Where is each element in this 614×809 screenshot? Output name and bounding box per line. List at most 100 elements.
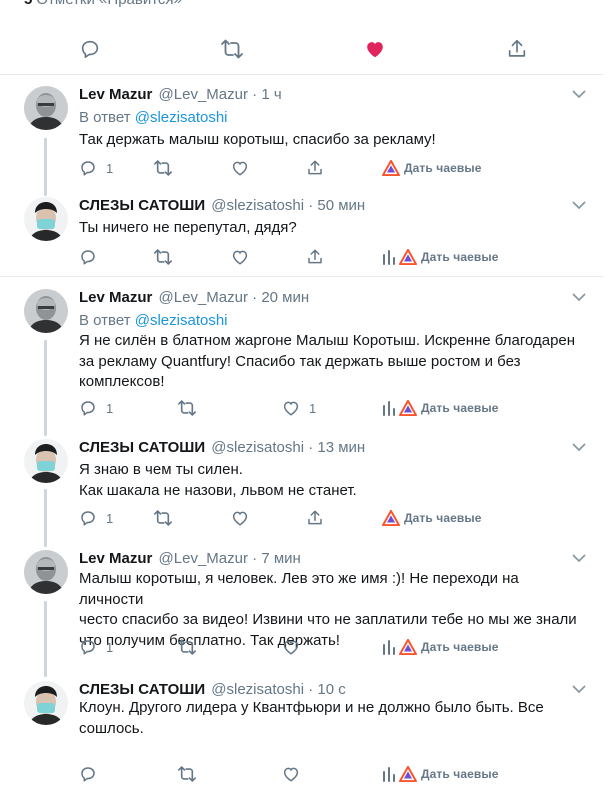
avatar-lev-mazur-image bbox=[24, 289, 68, 333]
author-name[interactable]: Lev Mazur bbox=[79, 86, 152, 103]
avatar-lev-mazur[interactable] bbox=[24, 86, 68, 130]
tweet-actions: 1 Дать чаевые bbox=[79, 636, 599, 658]
tip-jar-button[interactable]: Дать чаевые bbox=[382, 246, 499, 268]
reply-to-handle-link[interactable]: @slezisatoshi bbox=[135, 109, 228, 126]
chevron-down-icon[interactable] bbox=[572, 442, 586, 452]
tip-jar-button[interactable]: Дать чаевые bbox=[382, 636, 499, 658]
tweet-header: Lev Mazur @Lev_Mazur · 7 мин bbox=[79, 550, 301, 567]
author-handle[interactable]: @slezisatoshi bbox=[211, 197, 304, 214]
author-name[interactable]: СЛЕЗЫ САТОШИ bbox=[79, 439, 205, 456]
author-name[interactable]: Lev Mazur bbox=[79, 289, 152, 306]
reply-to-label: В ответ bbox=[79, 312, 131, 329]
reply-icon bbox=[81, 640, 95, 655]
separator-dot: · bbox=[308, 439, 314, 456]
thread-line bbox=[44, 601, 47, 677]
author-handle[interactable]: @slezisatoshi bbox=[211, 439, 304, 456]
retweet-button[interactable] bbox=[153, 246, 173, 268]
tweet-actions: Дать чаевые bbox=[79, 246, 599, 268]
tweet-time[interactable]: 10 с bbox=[317, 681, 345, 698]
tweet-actions: 1 Дать чаевые bbox=[79, 157, 599, 179]
author-name[interactable]: СЛЕЗЫ САТОШИ bbox=[79, 681, 205, 698]
retweet-button[interactable] bbox=[219, 36, 245, 62]
like-button[interactable] bbox=[282, 636, 309, 658]
share-button[interactable] bbox=[306, 246, 324, 268]
like-button[interactable]: 1 bbox=[282, 397, 316, 419]
reply-button[interactable]: 1 bbox=[79, 157, 113, 179]
retweet-icon bbox=[221, 39, 243, 59]
reply-to-handle-link[interactable]: @slezisatoshi bbox=[135, 312, 228, 329]
brave-tip-icon bbox=[399, 639, 417, 655]
tweet-time[interactable]: 7 мин bbox=[261, 550, 301, 567]
analytics-icon bbox=[383, 401, 395, 416]
reply-context: В ответ @slezisatoshi bbox=[79, 312, 228, 329]
retweet-button[interactable] bbox=[153, 507, 173, 529]
like-button[interactable] bbox=[282, 763, 309, 785]
reply-button[interactable]: 1 bbox=[79, 507, 113, 529]
tweet-time[interactable]: 1 ч bbox=[261, 86, 281, 103]
thread-line bbox=[44, 340, 47, 436]
separator-dot: · bbox=[308, 197, 314, 214]
avatar-slezy-satoshi[interactable] bbox=[24, 681, 68, 725]
author-handle[interactable]: @slezisatoshi bbox=[211, 681, 304, 698]
author-handle[interactable]: @Lev_Mazur bbox=[159, 86, 248, 103]
likes-summary[interactable]: 5 Отметки «Нравится» bbox=[24, 0, 182, 8]
avatar-slezy-satoshi[interactable] bbox=[24, 197, 68, 241]
reply-button[interactable] bbox=[79, 763, 106, 785]
author-name[interactable]: СЛЕЗЫ САТОШИ bbox=[79, 197, 205, 214]
chevron-down-icon[interactable] bbox=[572, 684, 586, 694]
tweet-actions: Дать чаевые bbox=[79, 763, 599, 785]
retweet-button[interactable] bbox=[177, 636, 197, 658]
share-button[interactable] bbox=[306, 157, 324, 179]
retweet-button[interactable] bbox=[153, 157, 173, 179]
author-handle[interactable]: @Lev_Mazur bbox=[159, 289, 248, 306]
share-button[interactable] bbox=[504, 36, 530, 62]
reply-icon bbox=[81, 511, 95, 526]
brave-tip-icon bbox=[399, 766, 417, 782]
retweet-button[interactable] bbox=[177, 397, 197, 419]
chevron-down-icon[interactable] bbox=[572, 292, 586, 302]
reply-icon bbox=[81, 161, 95, 176]
author-handle[interactable]: @Lev_Mazur bbox=[159, 550, 248, 567]
chevron-down-icon[interactable] bbox=[572, 553, 586, 563]
reply-button[interactable]: 1 bbox=[79, 636, 113, 658]
tweet-time[interactable]: 50 мин bbox=[317, 197, 365, 214]
avatar-slezy-satoshi[interactable] bbox=[24, 439, 68, 483]
heart-icon bbox=[232, 161, 248, 176]
reply-to-label: В ответ bbox=[79, 109, 131, 126]
share-button[interactable] bbox=[306, 507, 324, 529]
like-button[interactable] bbox=[231, 246, 258, 268]
avatar-lev-mazur[interactable] bbox=[24, 289, 68, 333]
separator-dot: · bbox=[308, 681, 314, 698]
main-tweet-action-bar bbox=[0, 22, 604, 75]
tweet-time[interactable]: 13 мин bbox=[317, 439, 365, 456]
reply-button[interactable] bbox=[79, 246, 106, 268]
likes-count: 5 bbox=[24, 0, 32, 8]
tweet-text: Ты ничего не перепутал, дядя? bbox=[79, 219, 297, 236]
thread-line bbox=[44, 489, 47, 547]
heart-icon bbox=[283, 640, 299, 655]
share-icon bbox=[308, 510, 322, 525]
tweet-header: СЛЕЗЫ САТОШИ @slezisatoshi · 10 с bbox=[79, 681, 346, 698]
tip-jar-button[interactable]: Дать чаевые bbox=[382, 763, 499, 785]
author-name[interactable]: Lev Mazur bbox=[79, 550, 152, 567]
like-button[interactable] bbox=[231, 507, 258, 529]
chevron-down-icon[interactable] bbox=[572, 200, 586, 210]
like-button[interactable] bbox=[231, 157, 258, 179]
chevron-down-icon[interactable] bbox=[572, 89, 586, 99]
tip-jar-button[interactable]: Дать чаевые bbox=[382, 397, 499, 419]
tip-jar-button[interactable]: Дать чаевые bbox=[382, 507, 482, 529]
brave-tip-icon bbox=[399, 400, 417, 416]
tip-jar-button[interactable]: Дать чаевые bbox=[382, 157, 482, 179]
tip-label: Дать чаевые bbox=[404, 511, 482, 525]
separator-dot: · bbox=[252, 289, 258, 306]
reply-button[interactable]: 1 bbox=[79, 397, 113, 419]
tweet-header: СЛЕЗЫ САТОШИ @slezisatoshi · 13 мин bbox=[79, 439, 365, 456]
avatar-lev-mazur[interactable] bbox=[24, 550, 68, 594]
avatar-lev-mazur-image bbox=[24, 550, 68, 594]
reply-icon bbox=[81, 250, 95, 265]
retweet-button[interactable] bbox=[177, 763, 197, 785]
reply-button[interactable] bbox=[77, 36, 103, 62]
like-button[interactable] bbox=[362, 36, 388, 62]
reply-icon bbox=[81, 40, 99, 59]
tweet-time[interactable]: 20 мин bbox=[261, 289, 309, 306]
